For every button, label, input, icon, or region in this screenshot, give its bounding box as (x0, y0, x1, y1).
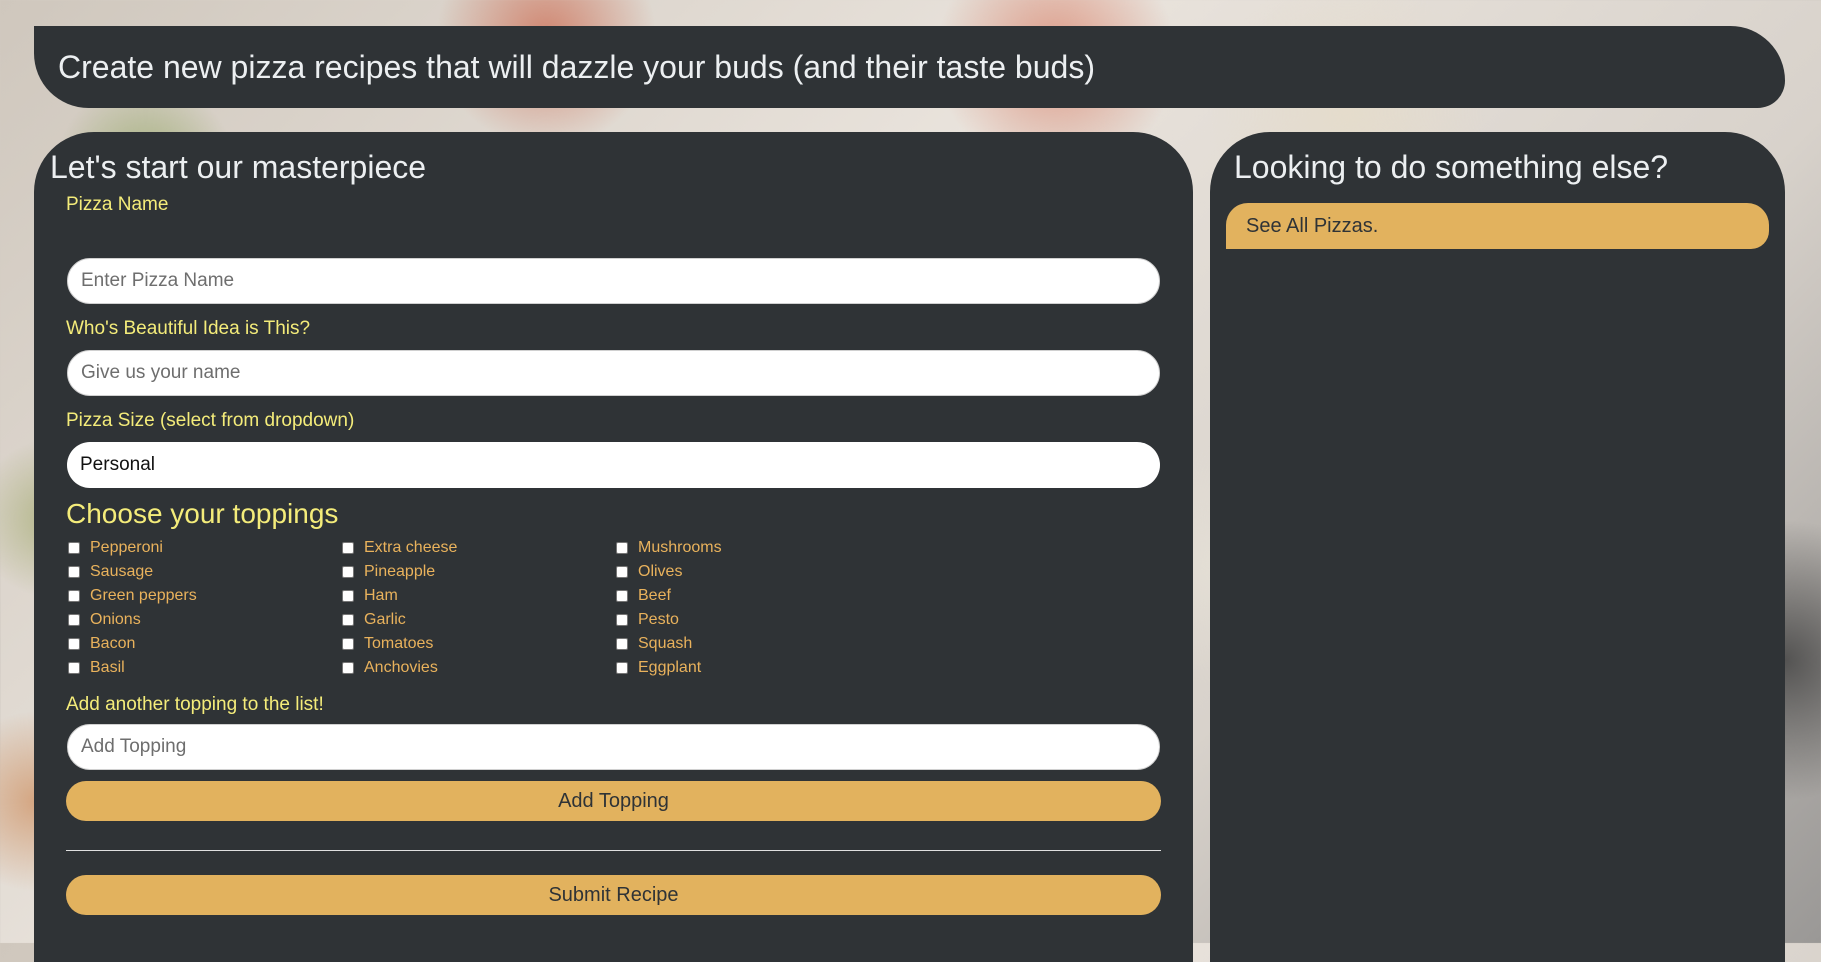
topping-label: Tomatoes (364, 635, 434, 652)
see-all-pizzas-button[interactable]: See All Pizzas. (1226, 203, 1769, 249)
topping-option[interactable]: Beef (616, 584, 890, 608)
topping-option[interactable]: Pepperoni (68, 536, 342, 560)
topping-label: Olives (638, 563, 683, 580)
topping-option[interactable]: Olives (616, 560, 890, 584)
topping-checkbox[interactable] (342, 662, 354, 674)
topping-label: Squash (638, 635, 693, 652)
topping-checkbox[interactable] (342, 566, 354, 578)
recipe-form-panel: Let's start our masterpiece Pizza Name W… (34, 132, 1193, 962)
add-topping-label: Add another topping to the list! (66, 694, 324, 715)
topping-checkbox[interactable] (68, 662, 80, 674)
toppings-heading: Choose your toppings (66, 498, 339, 529)
page-banner: Create new pizza recipes that will dazzl… (34, 26, 1785, 108)
form-divider (66, 850, 1161, 851)
add-topping-button[interactable]: Add Topping (66, 781, 1161, 821)
topping-label: Bacon (90, 635, 136, 652)
topping-checkbox[interactable] (68, 542, 80, 554)
topping-label: Pesto (638, 611, 679, 628)
sidebar-panel: Looking to do something else? See All Pi… (1210, 132, 1785, 962)
topping-checkbox[interactable] (616, 542, 628, 554)
form-heading: Let's start our masterpiece (50, 149, 427, 185)
creator-name-label: Who's Beautiful Idea is This? (66, 318, 311, 339)
pizza-size-select[interactable]: Personal (67, 442, 1160, 488)
toppings-checkbox-grid: Pepperoni Extra cheese Mushrooms Sausage Pin… (68, 536, 888, 680)
topping-option[interactable]: Mushrooms (616, 536, 890, 560)
topping-option[interactable]: Squash (616, 632, 890, 656)
topping-label: Ham (364, 587, 398, 604)
page-title: Create new pizza recipes that will dazzl… (58, 48, 1095, 85)
topping-checkbox[interactable] (68, 638, 80, 650)
add-topping-input[interactable] (67, 724, 1160, 770)
sidebar-heading: Looking to do something else? (1234, 149, 1669, 185)
topping-checkbox[interactable] (342, 638, 354, 650)
topping-option[interactable]: Anchovies (342, 656, 616, 680)
topping-label: Eggplant (638, 659, 702, 676)
topping-checkbox[interactable] (342, 590, 354, 602)
pizza-size-selected-value: Personal (80, 454, 155, 475)
topping-checkbox[interactable] (68, 590, 80, 602)
topping-checkbox[interactable] (616, 638, 628, 650)
topping-checkbox[interactable] (616, 614, 628, 626)
pizza-name-label: Pizza Name (66, 194, 169, 215)
topping-label: Green peppers (90, 587, 197, 604)
topping-option[interactable]: Ham (342, 584, 616, 608)
topping-label: Onions (90, 611, 141, 628)
topping-checkbox[interactable] (342, 542, 354, 554)
topping-option[interactable]: Eggplant (616, 656, 890, 680)
topping-option[interactable]: Bacon (68, 632, 342, 656)
topping-option[interactable]: Pineapple (342, 560, 616, 584)
topping-label: Beef (638, 587, 671, 604)
topping-checkbox[interactable] (68, 614, 80, 626)
topping-label: Mushrooms (638, 539, 722, 556)
topping-label: Pepperoni (90, 539, 163, 556)
topping-checkbox[interactable] (616, 662, 628, 674)
topping-checkbox[interactable] (616, 566, 628, 578)
topping-label: Garlic (364, 611, 406, 628)
topping-label: Extra cheese (364, 539, 458, 556)
topping-checkbox[interactable] (342, 614, 354, 626)
topping-option[interactable]: Onions (68, 608, 342, 632)
creator-name-input[interactable] (67, 350, 1160, 396)
topping-checkbox[interactable] (68, 566, 80, 578)
pizza-size-label: Pizza Size (select from dropdown) (66, 410, 355, 431)
topping-checkbox[interactable] (616, 590, 628, 602)
topping-option[interactable]: Pesto (616, 608, 890, 632)
topping-option[interactable]: Extra cheese (342, 536, 616, 560)
topping-option[interactable]: Basil (68, 656, 342, 680)
topping-option[interactable]: Tomatoes (342, 632, 616, 656)
topping-option[interactable]: Garlic (342, 608, 616, 632)
topping-label: Pineapple (364, 563, 436, 580)
topping-label: Sausage (90, 563, 154, 580)
pizza-name-input[interactable] (67, 258, 1160, 304)
topping-label: Basil (90, 659, 125, 676)
topping-label: Anchovies (364, 659, 438, 676)
submit-recipe-button[interactable]: Submit Recipe (66, 875, 1161, 915)
topping-option[interactable]: Sausage (68, 560, 342, 584)
topping-option[interactable]: Green peppers (68, 584, 342, 608)
